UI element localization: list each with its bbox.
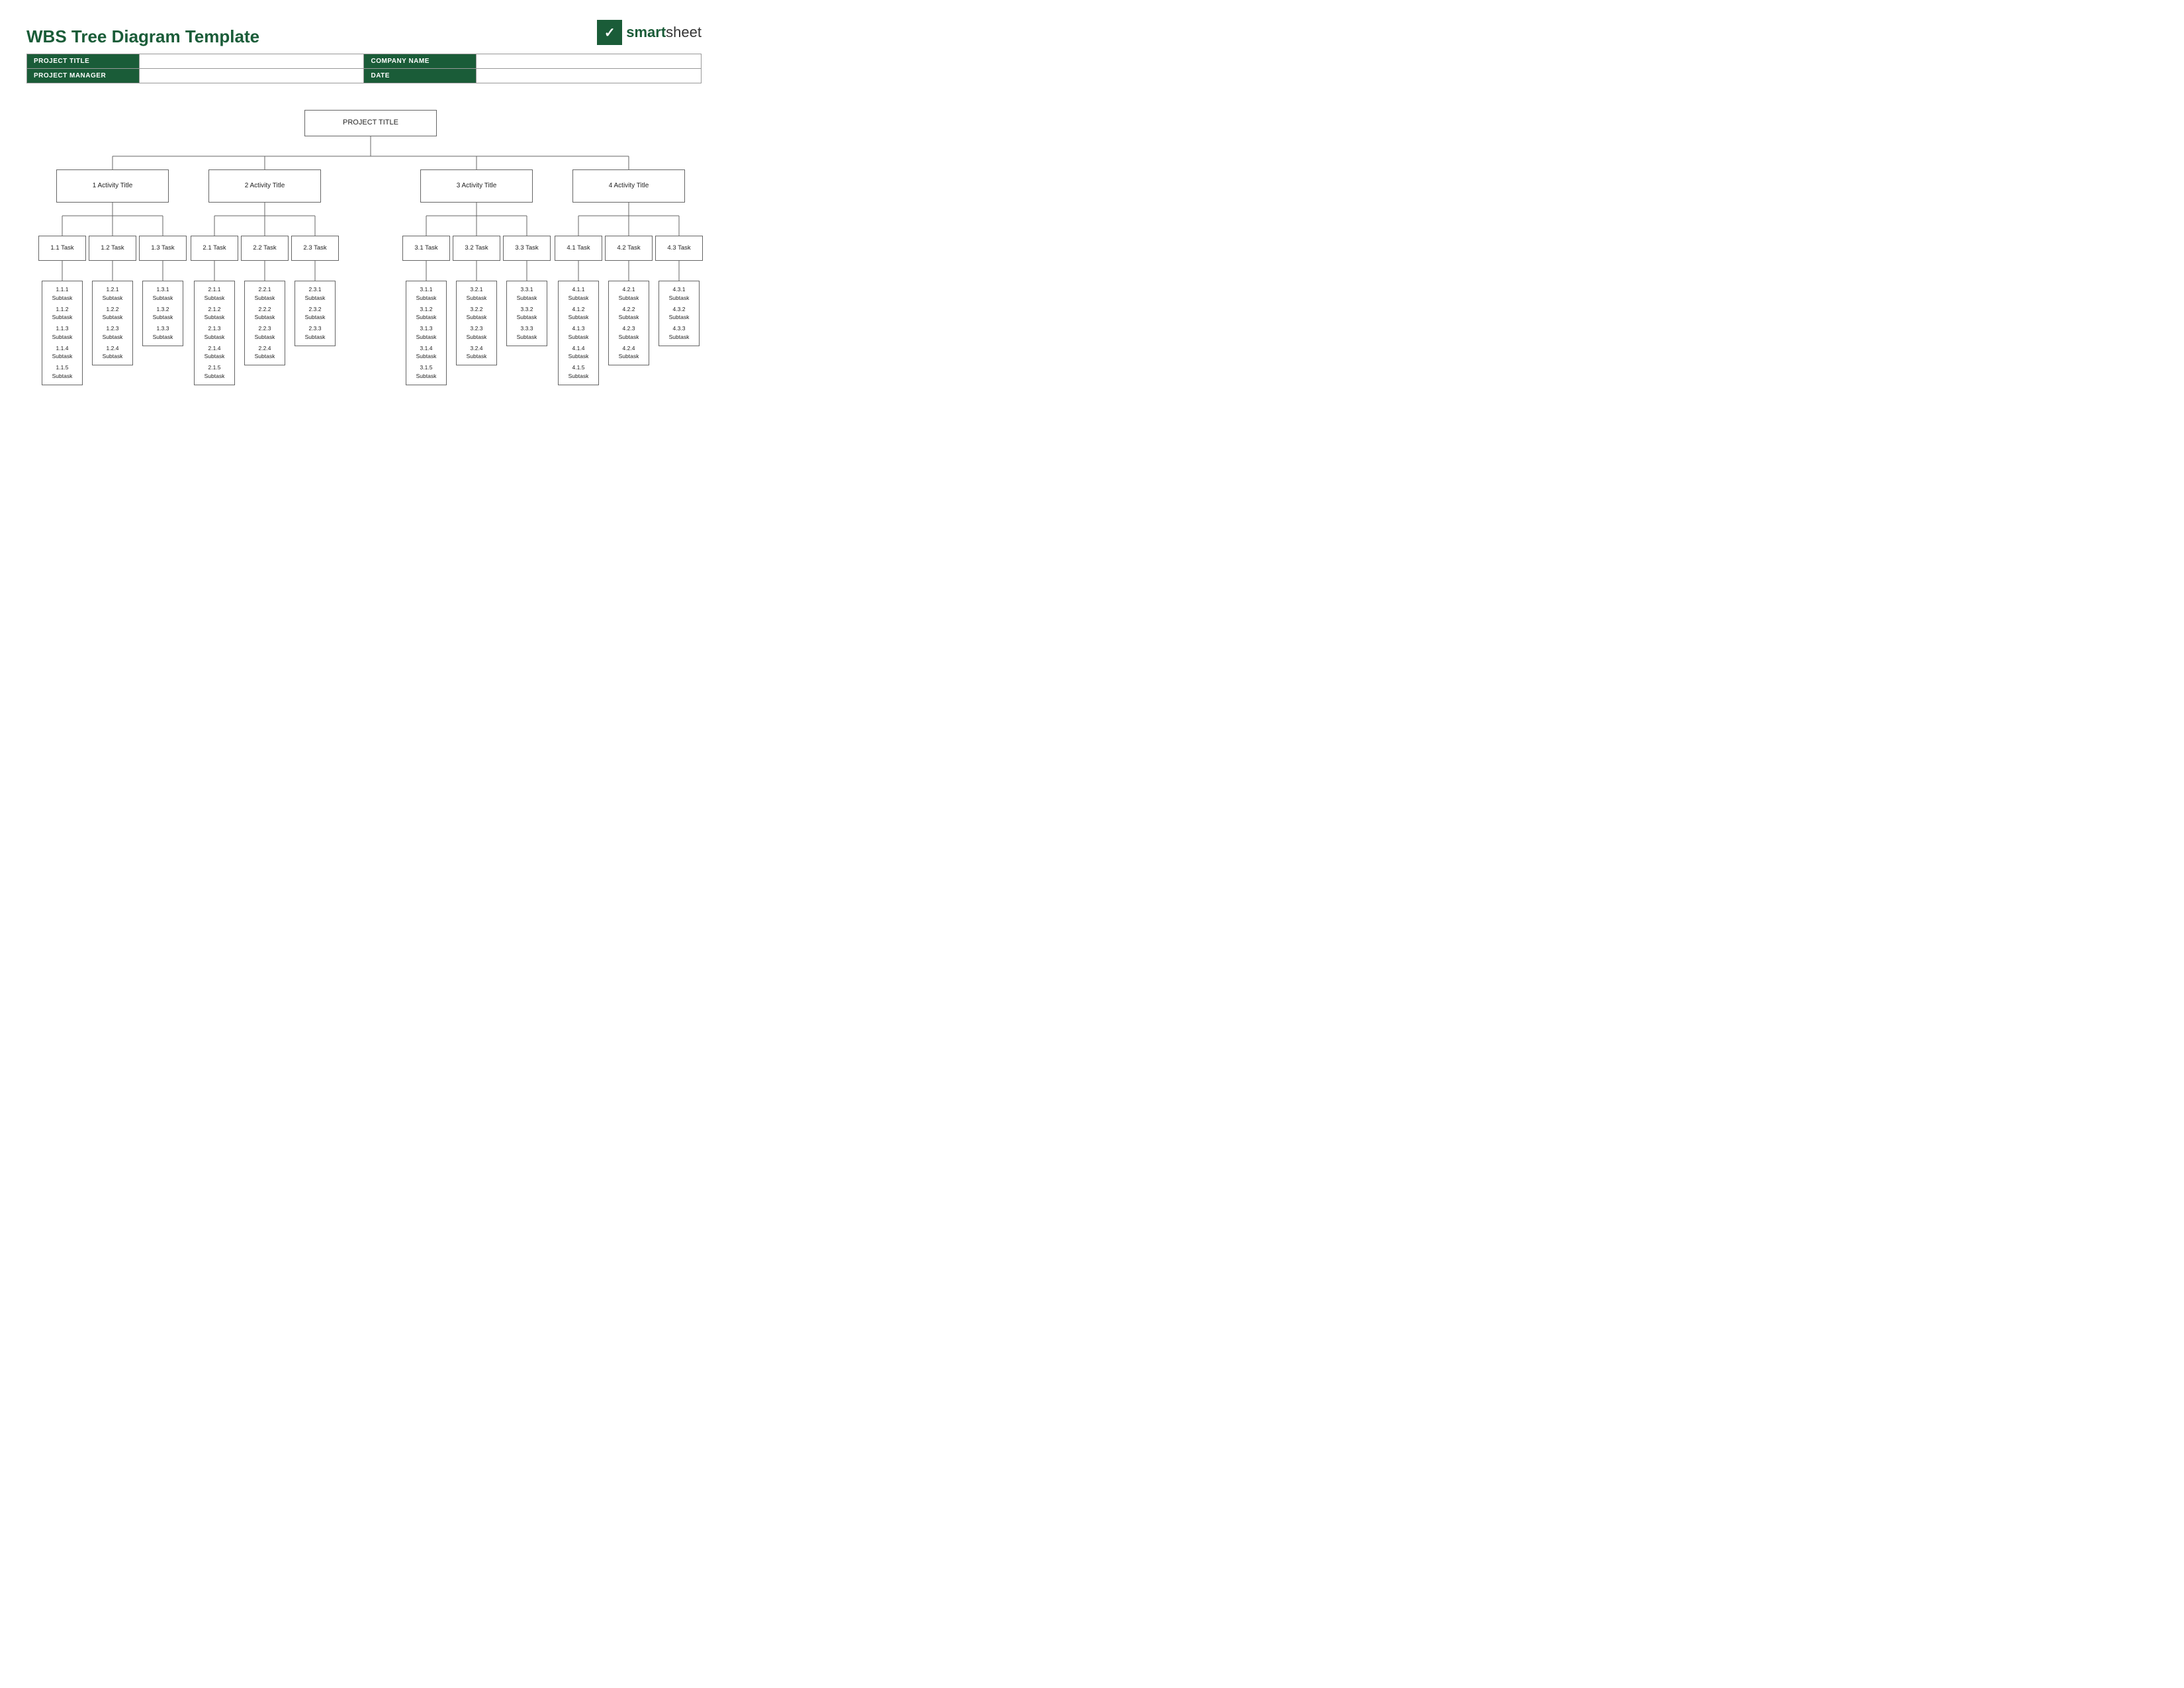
subtask-box: 1.1.1Subtask1.1.2Subtask1.1.3Subtask1.1.… [42,281,83,385]
info-table: PROJECT TITLE COMPANY NAME PROJECT MANAG… [26,54,702,83]
tree-node-box: 1 Activity Title [56,169,169,203]
tree-node-box: 4.3 Task [655,236,703,261]
subtask-box: 3.1.1Subtask3.1.2Subtask3.1.3Subtask3.1.… [406,281,447,385]
project-title-label: PROJECT TITLE [27,54,140,69]
tree-node-box: 4 Activity Title [572,169,685,203]
tree-node-box: 4.1 Task [555,236,602,261]
date-label: DATE [364,69,477,83]
tree-node-box: 3.1 Task [402,236,450,261]
tree-node-box: 1.1 Task [38,236,86,261]
tree-node-box: 3.3 Task [503,236,551,261]
tree-node-box: 3.2 Task [453,236,500,261]
tree-node-box: 1.2 Task [89,236,136,261]
logo-check-icon: ✓ [597,20,622,45]
wbs-tree: PROJECT TITLE 1 Activity Title 2 Activity … [26,103,715,413]
header: WBS Tree Diagram Template ✓ smartsheet [26,20,702,47]
tree-node-box: 4.2 Task [605,236,653,261]
tree-node-box: PROJECT TITLE [304,110,437,136]
company-name-label: COMPANY NAME [364,54,477,69]
tree-node-box: 1.3 Task [139,236,187,261]
subtask-box: 3.3.1Subtask3.3.2Subtask3.3.3Subtask [506,281,547,346]
tree-node-box: 2.3 Task [291,236,339,261]
subtask-box: 1.3.1Subtask1.3.2Subtask1.3.3Subtask [142,281,183,346]
logo-smart: smart [626,24,666,40]
tree-node-box: 2.1 Task [191,236,238,261]
logo-sheet: sheet [666,24,702,40]
subtask-box: 2.2.1Subtask2.2.2Subtask2.2.3Subtask2.2.… [244,281,285,365]
project-title-value[interactable] [139,54,364,69]
page-title: WBS Tree Diagram Template [26,26,259,47]
tree-node-box: 2.2 Task [241,236,289,261]
subtask-box: 3.2.1Subtask3.2.2Subtask3.2.3Subtask3.2.… [456,281,497,365]
subtask-box: 4.2.1Subtask4.2.2Subtask4.2.3Subtask4.2.… [608,281,649,365]
project-manager-value[interactable] [139,69,364,83]
subtask-box: 2.3.1Subtask2.3.2Subtask2.3.3Subtask [295,281,336,346]
subtask-box: 4.1.1Subtask4.1.2Subtask4.1.3Subtask4.1.… [558,281,599,385]
subtask-box: 2.1.1Subtask2.1.2Subtask2.1.3Subtask2.1.… [194,281,235,385]
tree-node-box: 3 Activity Title [420,169,533,203]
company-name-value[interactable] [477,54,702,69]
subtask-box: 1.2.1Subtask1.2.2Subtask1.2.3Subtask1.2.… [92,281,133,365]
project-manager-label: PROJECT MANAGER [27,69,140,83]
date-value[interactable] [477,69,702,83]
subtask-box: 4.3.1Subtask4.3.2Subtask4.3.3Subtask [659,281,700,346]
logo-text: smartsheet [626,24,702,41]
logo-area: ✓ smartsheet [597,20,702,45]
tree-node-box: 2 Activity Title [208,169,321,203]
